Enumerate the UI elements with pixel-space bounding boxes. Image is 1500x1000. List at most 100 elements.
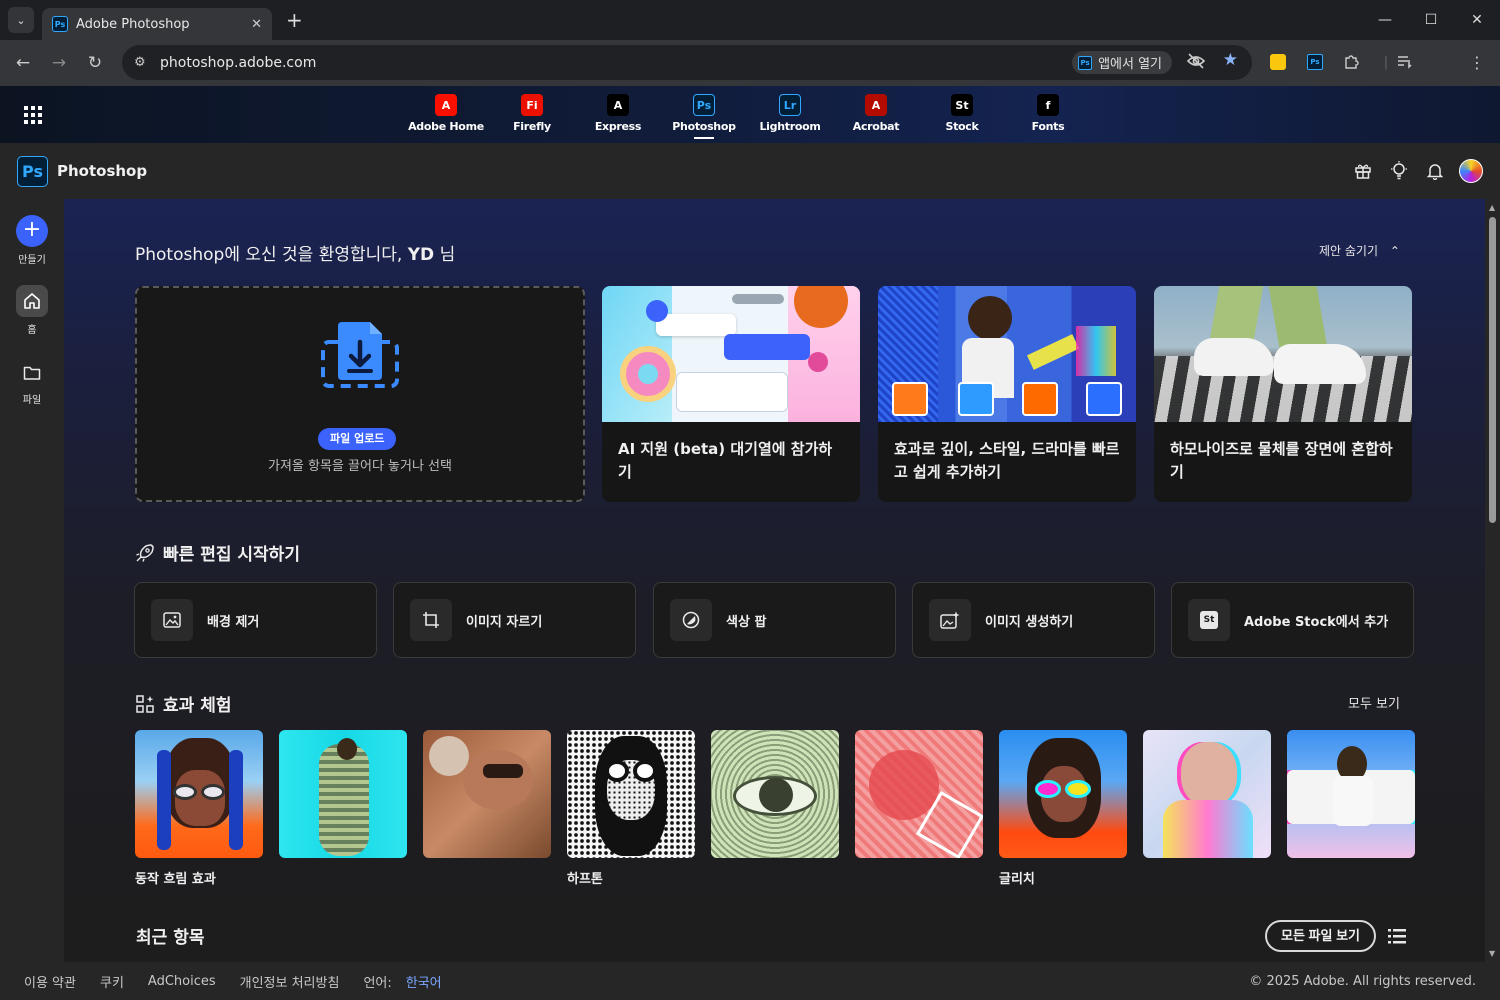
app-switcher-label: Adobe Home	[408, 120, 484, 133]
url-text[interactable]: photoshop.adobe.com	[160, 55, 316, 71]
app-switcher-label: Express	[594, 120, 642, 133]
url-omnibox[interactable]: ⚙ photoshop.adobe.com Ps 앱에서 열기 ★	[122, 45, 1252, 80]
effect-line-engraving[interactable]	[711, 730, 839, 858]
upload-dropzone[interactable]: 파일 업로드 가져올 항목을 끌어다 놓거나 선택	[135, 286, 585, 502]
adobe-stock-icon: St	[1188, 599, 1230, 641]
browser-tab-bar: ⌄ Ps Adobe Photoshop ✕ + — ☐ ✕	[0, 0, 1500, 40]
bell-icon[interactable]	[1424, 160, 1446, 182]
scroll-up-icon[interactable]: ▲	[1489, 203, 1495, 212]
fonts-logo-icon: f	[1037, 94, 1059, 116]
open-in-app-button[interactable]: Ps 앱에서 열기	[1072, 51, 1172, 74]
main-scrollbar[interactable]: ▲ ▼	[1485, 199, 1500, 962]
user-avatar[interactable]	[1459, 159, 1483, 183]
lightbulb-icon[interactable]	[1388, 160, 1410, 182]
gift-icon[interactable]	[1352, 160, 1374, 182]
footer-adchoices-link[interactable]: AdChoices	[148, 974, 216, 989]
quick-edit-heading: 빠른 편집 시작하기	[135, 540, 300, 565]
photoshop-logo[interactable]: Ps	[17, 155, 48, 187]
footer-terms-link[interactable]: 이용 약관	[24, 972, 76, 991]
see-all-effects-link[interactable]: 모두 보기	[1348, 693, 1400, 712]
upload-file-button[interactable]: 파일 업로드	[318, 428, 397, 450]
reload-icon[interactable]: ↻	[77, 45, 113, 81]
effect-halftone[interactable]	[567, 730, 695, 858]
list-view-icon[interactable]	[1387, 926, 1407, 946]
acrobat-logo-icon: A	[865, 94, 887, 116]
quick-action-label: 배경 제거	[207, 614, 260, 630]
footer-language-selector[interactable]: 한국어	[406, 972, 442, 991]
close-window-icon[interactable]: ✕	[1454, 0, 1500, 40]
effect-glitch[interactable]	[999, 730, 1127, 858]
app-switcher-item-fonts[interactable]: f Fonts	[1005, 94, 1091, 133]
chevron-down-icon: ⌄	[16, 13, 26, 27]
quick-action-add-from-stock[interactable]: St Adobe Stock에서 추가	[1171, 582, 1414, 658]
effect-red-duotone[interactable]	[855, 730, 983, 858]
effect-label-motion-blur: 동작 흐림 효과	[135, 872, 216, 887]
extensions-puzzle-icon[interactable]	[1341, 52, 1361, 72]
eye-off-icon[interactable]	[1186, 52, 1206, 74]
address-bar: ← → ↻ ⚙ photoshop.adobe.com Ps 앱에서 열기 ★ …	[0, 40, 1500, 86]
stock-logo-icon: St	[951, 94, 973, 116]
close-tab-icon[interactable]: ✕	[251, 17, 262, 32]
footer-cookies-link[interactable]: 쿠키	[100, 972, 124, 991]
tab-search-button[interactable]: ⌄	[8, 7, 34, 33]
footer-copyright: © 2025 Adobe. All rights reserved.	[1249, 973, 1476, 989]
active-app-indicator	[694, 137, 714, 139]
footer-privacy-link[interactable]: 개인정보 처리방침	[240, 972, 340, 991]
extension-photoshop-icon[interactable]: Ps	[1305, 52, 1325, 72]
rail-item-files[interactable]: 파일	[0, 359, 64, 406]
quick-action-label: 이미지 자르기	[466, 614, 543, 630]
app-switcher-item-firefly[interactable]: Fi Firefly	[489, 94, 575, 133]
rail-item-home[interactable]: 홈	[0, 285, 64, 336]
app-switcher-item-adobe-home[interactable]: A Adobe Home	[403, 94, 489, 133]
quick-action-generate-image[interactable]: 이미지 생성하기	[912, 582, 1155, 658]
folder-icon	[16, 359, 48, 387]
scroll-down-icon[interactable]: ▼	[1489, 949, 1495, 958]
new-tab-icon[interactable]: +	[286, 8, 303, 32]
extension-keep-icon[interactable]	[1268, 52, 1288, 72]
minimize-icon[interactable]: —	[1362, 0, 1408, 40]
bookmark-star-icon[interactable]: ★	[1223, 50, 1238, 70]
app-switcher-label: Fonts	[1031, 120, 1065, 133]
suggestion-card-ai-assistant[interactable]: AI 지원 (beta) 대기열에 참가하기	[602, 286, 860, 502]
app-switcher-item-stock[interactable]: St Stock	[919, 94, 1005, 133]
effect-chromatic[interactable]	[1287, 730, 1415, 858]
forward-arrow-icon[interactable]: →	[41, 45, 77, 81]
main-content: Photoshop에 오신 것을 환영합니다, YD 님 제안 숨기기 ⌃ 파일…	[64, 199, 1485, 962]
effect-motion-blur[interactable]	[135, 730, 263, 858]
effect-motion-trail[interactable]	[279, 730, 407, 858]
rail-item-home-label: 홈	[27, 325, 37, 336]
app-switcher-item-acrobat[interactable]: A Acrobat	[833, 94, 919, 133]
app-switcher-label: Stock	[945, 120, 979, 133]
app-grid-icon[interactable]	[24, 106, 42, 124]
rail-item-create[interactable]: + 만들기	[0, 215, 64, 266]
reading-list-icon[interactable]	[1395, 52, 1415, 72]
quick-action-remove-background[interactable]: 배경 제거	[134, 582, 377, 658]
footer: 이용 약관 쿠키 AdChoices 개인정보 처리방침 언어: 한국어 © 2…	[0, 962, 1500, 1000]
app-switcher-item-express[interactable]: A Express	[575, 94, 661, 133]
suggestion-card-harmonize[interactable]: 하모나이즈로 물체를 장면에 혼합하기	[1154, 286, 1412, 502]
app-switcher-label: Photoshop	[672, 120, 736, 133]
maximize-icon[interactable]: ☐	[1408, 0, 1454, 40]
welcome-heading: Photoshop에 오신 것을 환영합니다, YD 님	[135, 245, 456, 265]
app-switcher-item-photoshop[interactable]: Ps Photoshop	[661, 94, 747, 139]
color-pop-icon	[670, 599, 712, 641]
app-switcher-item-lightroom[interactable]: Lr Lightroom	[747, 94, 833, 133]
crop-icon	[410, 599, 452, 641]
photoshop-favicon-icon: Ps	[52, 16, 68, 32]
browser-tab[interactable]: Ps Adobe Photoshop ✕	[42, 8, 272, 40]
rail-item-create-label: 만들기	[18, 255, 46, 266]
effect-vintage[interactable]	[423, 730, 551, 858]
suggestion-card-effects[interactable]: 효과로 깊이, 스타일, 드라마를 빠르고 쉽게 추가하기	[878, 286, 1136, 502]
view-all-files-button[interactable]: 모든 파일 보기	[1265, 920, 1376, 952]
express-logo-icon: A	[607, 94, 629, 116]
app-title[interactable]: Photoshop	[57, 162, 147, 180]
quick-action-color-pop[interactable]: 색상 팝	[653, 582, 896, 658]
back-arrow-icon[interactable]: ←	[5, 45, 41, 81]
scrollbar-thumb[interactable]	[1489, 217, 1496, 523]
effect-rgb-split[interactable]	[1143, 730, 1271, 858]
hide-suggestions-button[interactable]: 제안 숨기기 ⌃	[1319, 242, 1400, 259]
site-settings-icon[interactable]: ⚙	[134, 55, 154, 70]
quick-action-crop-image[interactable]: 이미지 자르기	[393, 582, 636, 658]
browser-menu-icon[interactable]: ⋮	[1467, 52, 1487, 72]
quick-action-label: Adobe Stock에서 추가	[1244, 614, 1389, 630]
